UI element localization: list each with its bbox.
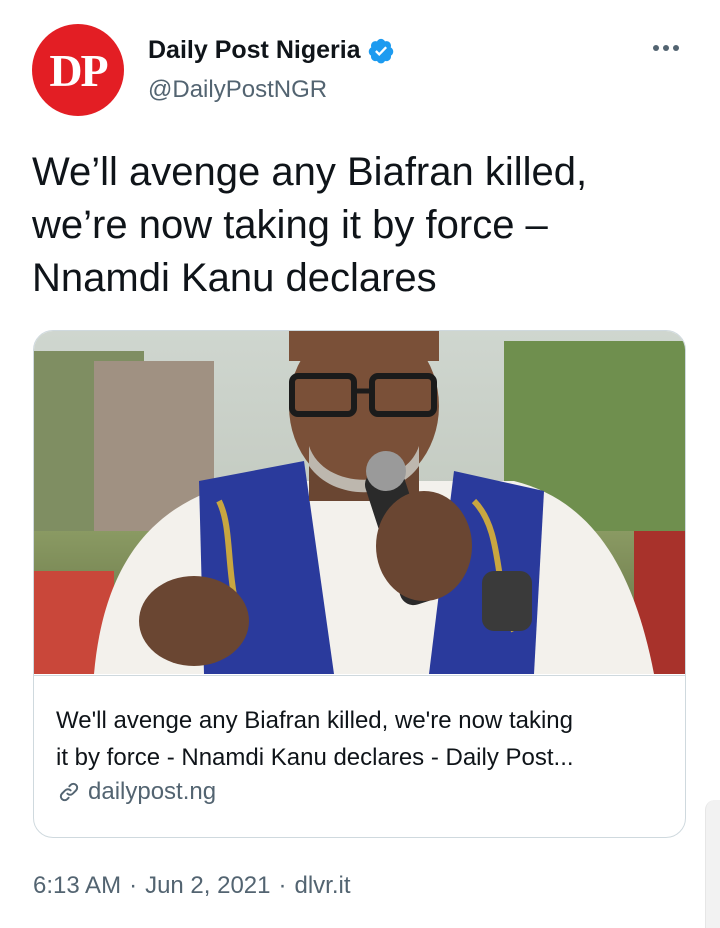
- tweet-time[interactable]: 6:13 AM: [33, 872, 121, 900]
- avatar[interactable]: DP: [32, 24, 124, 116]
- tweet-header: DP Daily Post Nigeria @DailyPostNGR: [32, 24, 696, 120]
- author-name-row[interactable]: Daily Post Nigeria: [148, 36, 395, 65]
- card-domain: dailypost.ng: [88, 778, 217, 805]
- tweet-date[interactable]: Jun 2, 2021: [145, 872, 270, 900]
- card-photo: [34, 331, 685, 674]
- card-image[interactable]: [34, 331, 685, 674]
- more-options-button[interactable]: [646, 30, 686, 66]
- more-options-icon: [653, 45, 659, 51]
- separator: ·: [278, 872, 287, 899]
- card-title-line: it by force - Nnamdi Kanu declares - Dai…: [56, 744, 574, 771]
- tweet-text: We’ll avenge any Biafran killed, we’re n…: [32, 146, 672, 305]
- tweet-metadata: 6:13 AM · Jun 2, 2021 · dlvr.it: [33, 872, 351, 900]
- tweet-source[interactable]: dlvr.it: [295, 872, 351, 900]
- card-title-line: We'll avenge any Biafran killed, we're n…: [56, 707, 573, 734]
- link-icon: [56, 779, 82, 805]
- more-options-icon-dot: [663, 45, 669, 51]
- avatar-logo-text: DP: [49, 44, 108, 96]
- tweet[interactable]: DP Daily Post Nigeria @DailyPostNGR We’l…: [0, 0, 720, 928]
- card-domain-row: dailypost.ng: [56, 778, 663, 806]
- link-preview-card[interactable]: We'll avenge any Biafran killed, we're n…: [33, 330, 686, 838]
- scroll-edge: [705, 800, 720, 928]
- tweet-text-line: We’ll avenge any Biafran killed,: [32, 150, 588, 194]
- card-body[interactable]: We'll avenge any Biafran killed, we're n…: [34, 675, 685, 837]
- verified-badge-icon: [367, 37, 395, 65]
- tweet-text-line: we’re now taking it by force –: [32, 203, 548, 247]
- tweet-text-line: Nnamdi Kanu declares: [32, 256, 437, 300]
- more-options-icon-dot: [673, 45, 679, 51]
- separator: ·: [129, 872, 138, 899]
- display-name[interactable]: Daily Post Nigeria: [148, 36, 361, 65]
- author-handle[interactable]: @DailyPostNGR: [148, 76, 327, 104]
